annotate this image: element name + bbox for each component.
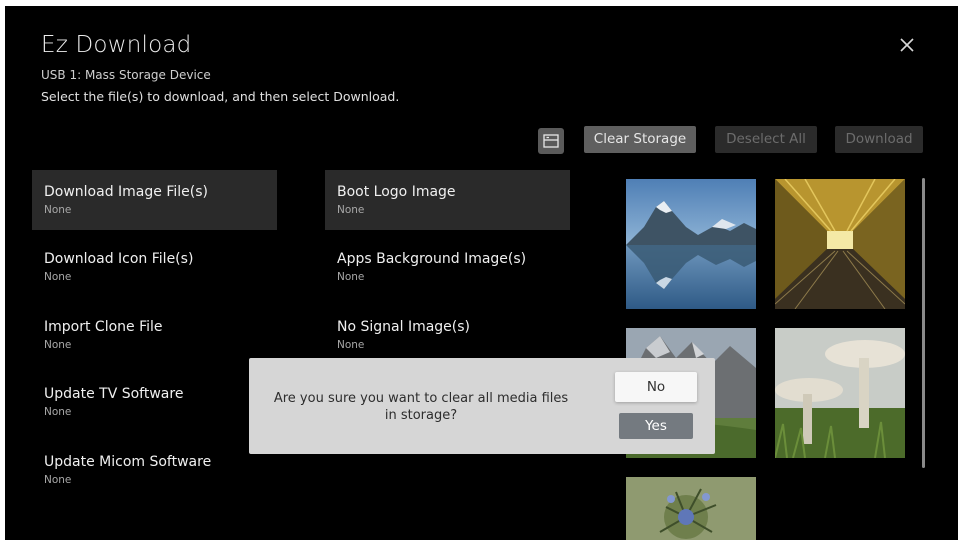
download-button[interactable]: Download (835, 126, 923, 153)
menu-item-boot-logo-image[interactable]: Boot Logo Image None (325, 170, 570, 230)
thumbnail-golden-tunnel[interactable] (775, 179, 905, 309)
yes-button[interactable]: Yes (619, 413, 693, 439)
menu-item-value: None (44, 339, 72, 351)
scrollbar[interactable] (922, 178, 925, 468)
menu-item-value: None (44, 474, 72, 486)
menu-item-apps-background-images[interactable]: Apps Background Image(s) None (325, 237, 570, 297)
instruction-text: Select the file(s) to download, and then… (41, 89, 400, 104)
menu-item-update-micom-software[interactable]: Update Micom Software None (32, 440, 277, 500)
confirm-dialog: Are you sure you want to clear all media… (249, 358, 715, 454)
menu-item-value: None (337, 271, 365, 283)
menu-item-import-clone-file[interactable]: Import Clone File None (32, 305, 277, 365)
menu-item-value: None (44, 271, 72, 283)
menu-item-label: No Signal Image(s) (337, 319, 471, 335)
menu-item-label: Update Micom Software (44, 454, 212, 470)
menu-item-update-tv-software[interactable]: Update TV Software None (32, 372, 277, 432)
menu-item-label: Update TV Software (44, 386, 184, 402)
menu-item-label: Download Image File(s) (44, 184, 208, 200)
menu-item-label: Import Clone File (44, 319, 163, 335)
menu-item-download-image-files[interactable]: Download Image File(s) None (32, 170, 277, 230)
menu-item-label: Apps Background Image(s) (337, 251, 527, 267)
menu-item-label: Download Icon File(s) (44, 251, 194, 267)
menu-item-no-signal-images[interactable]: No Signal Image(s) None (325, 305, 570, 365)
menu-item-value: None (44, 204, 72, 216)
deselect-all-button[interactable]: Deselect All (715, 126, 817, 153)
close-icon[interactable] (898, 36, 916, 54)
page-title: Ez Download (41, 32, 192, 58)
menu-item-value: None (337, 204, 365, 216)
dialog-message: Are you sure you want to clear all media… (273, 391, 569, 423)
device-name: USB 1: Mass Storage Device (41, 68, 211, 82)
thumbnail-mushrooms[interactable] (775, 328, 905, 458)
menu-item-download-icon-files[interactable]: Download Icon File(s) None (32, 237, 277, 297)
clear-storage-button[interactable]: Clear Storage (584, 126, 696, 153)
menu-item-label: Boot Logo Image (337, 184, 456, 200)
list-view-icon[interactable] (538, 128, 564, 154)
menu-item-value: None (337, 339, 365, 351)
no-button[interactable]: No (615, 372, 697, 402)
menu-item-value: None (44, 406, 72, 418)
thumbnail-blue-flower[interactable] (626, 477, 756, 540)
thumbnail-mountain-lake[interactable] (626, 179, 756, 309)
ez-download-screen: Ez Download USB 1: Mass Storage Device S… (5, 6, 958, 540)
